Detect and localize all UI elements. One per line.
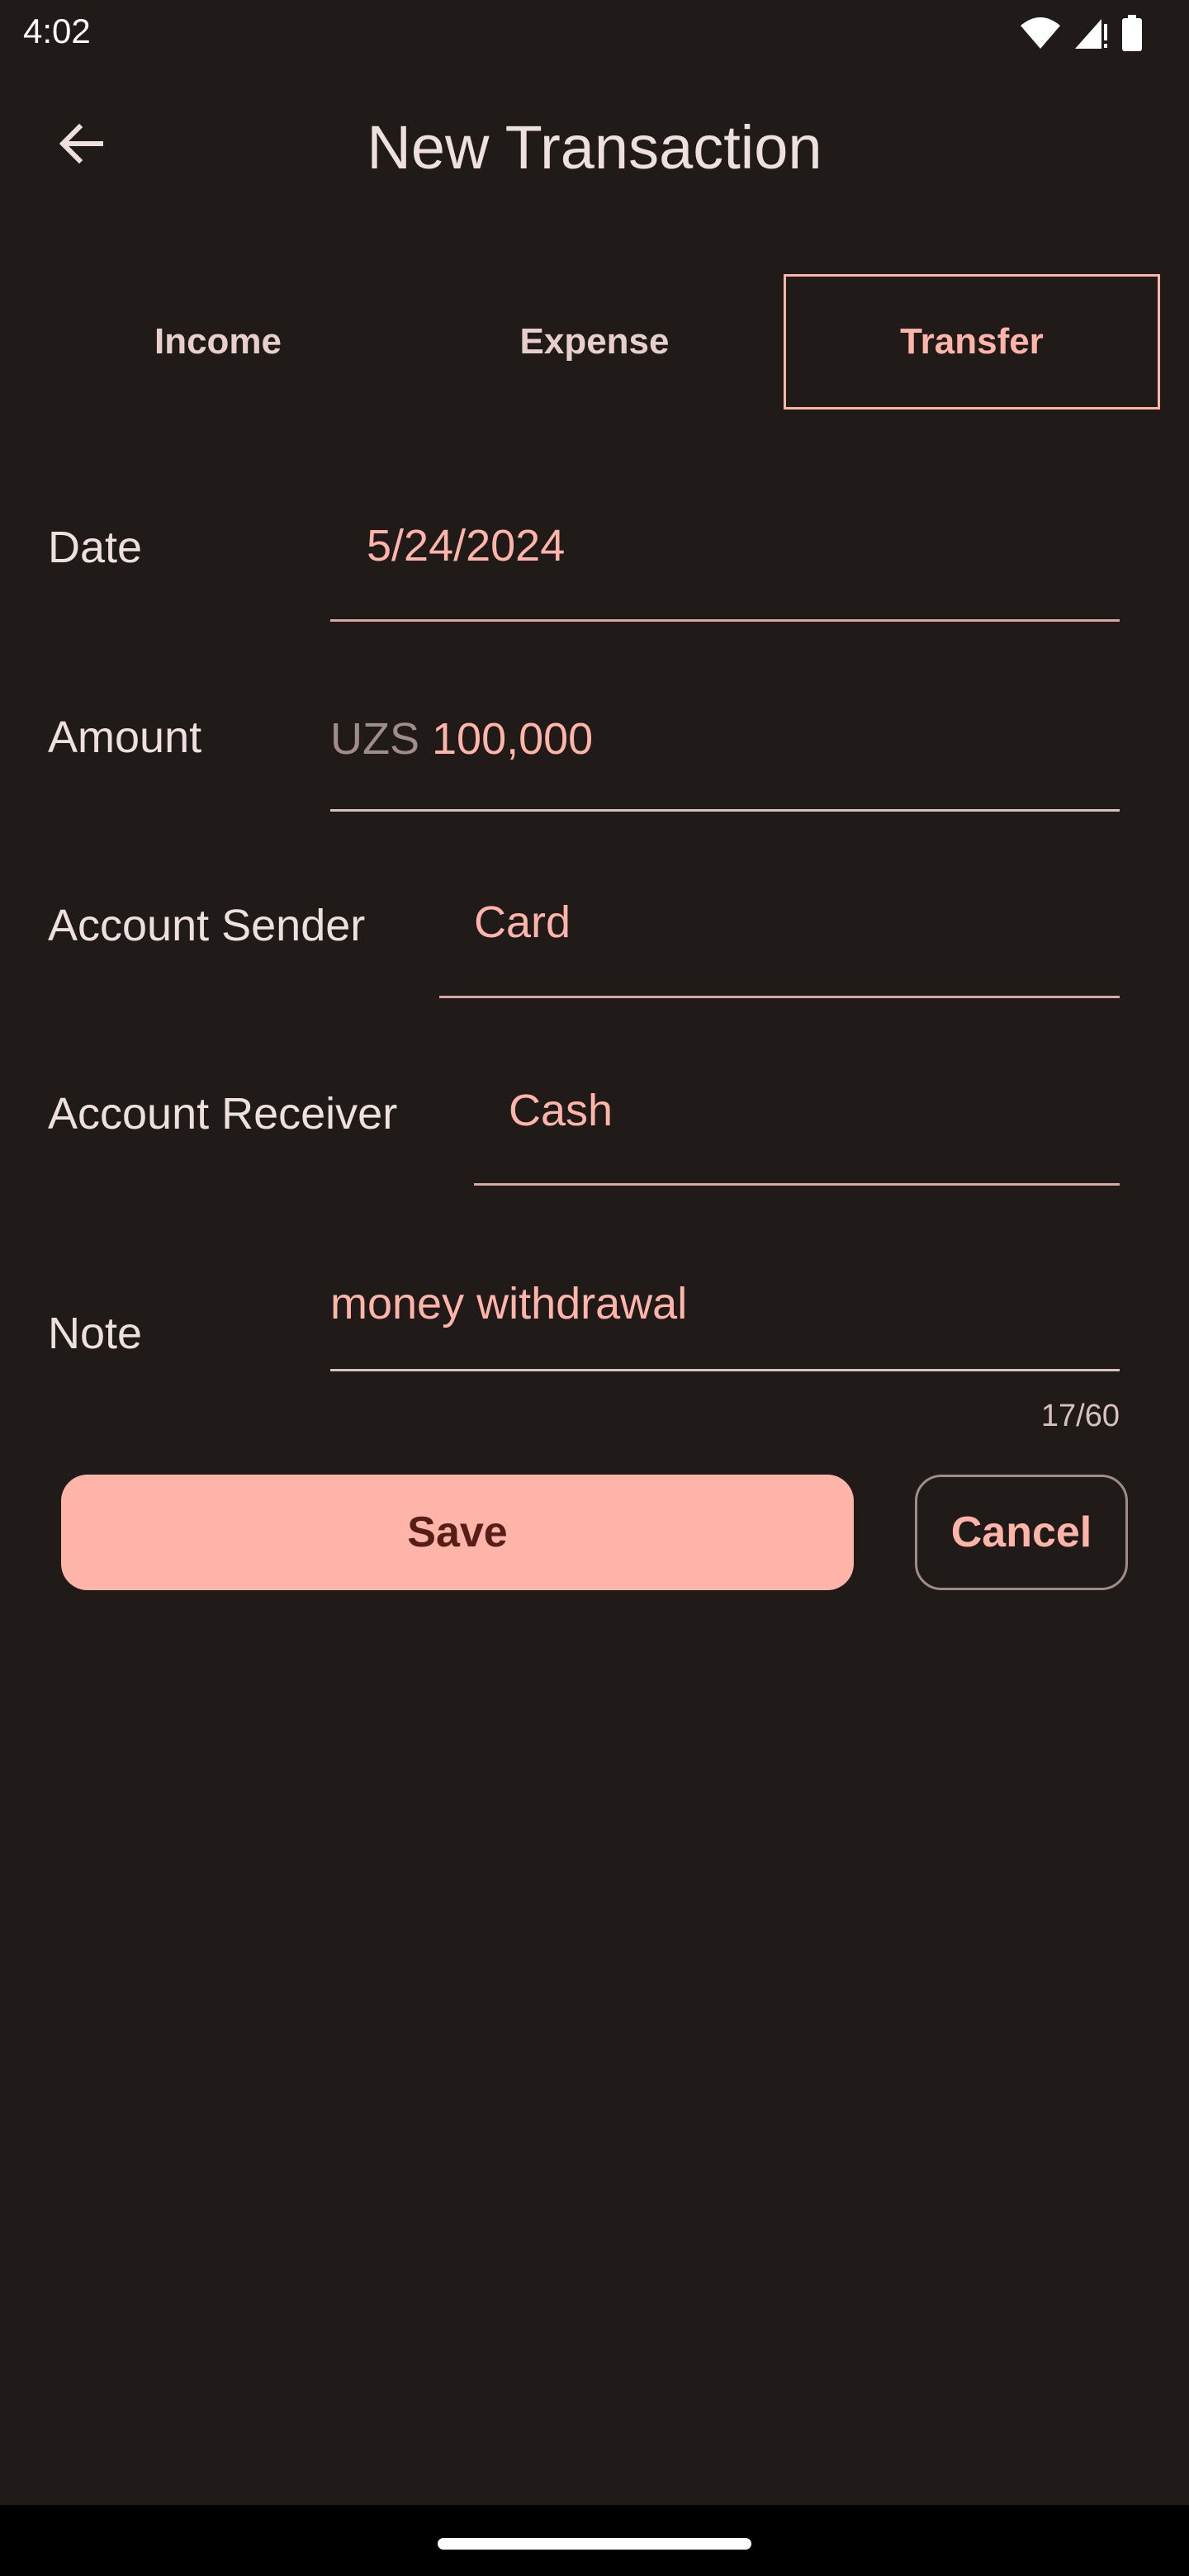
tab-income[interactable]: Income: [30, 274, 406, 410]
note-label: Note: [48, 1309, 143, 1358]
system-navigation-bar: [0, 2505, 1189, 2576]
amount-field[interactable]: UZS 100,000: [330, 687, 1120, 812]
signal-icon: [1073, 16, 1110, 54]
save-button[interactable]: Save: [61, 1475, 854, 1590]
account-receiver-underline: [474, 1183, 1120, 1186]
wifi-icon: [1019, 16, 1062, 54]
amount-value: 100,000: [432, 714, 594, 764]
date-field[interactable]: 5/24/2024: [330, 495, 1120, 622]
status-time: 4:02: [23, 12, 91, 50]
date-underline: [330, 619, 1120, 622]
date-label: Date: [48, 523, 143, 572]
currency-prefix: UZS: [330, 714, 419, 764]
account-sender-value: Card: [474, 897, 571, 947]
page-title: New Transaction: [367, 113, 822, 182]
transaction-type-selector: Income Expense Transfer: [30, 274, 1161, 413]
battery-icon: [1121, 14, 1143, 55]
tab-transfer[interactable]: Transfer: [784, 274, 1160, 410]
tab-label: Income: [154, 321, 282, 362]
note-value: money withdrawal: [330, 1279, 688, 1328]
account-sender-label: Account Sender: [48, 901, 366, 950]
date-value: 5/24/2024: [367, 521, 566, 571]
app-bar: New Transaction: [0, 69, 1189, 228]
cancel-button[interactable]: Cancel: [915, 1475, 1128, 1590]
note-character-counter: 17/60: [1040, 1399, 1120, 1433]
account-receiver-value: Cash: [509, 1086, 613, 1135]
account-receiver-label: Account Receiver: [48, 1089, 398, 1139]
amount-value-wrapper: UZS 100,000: [330, 713, 593, 765]
account-sender-field[interactable]: Card: [439, 875, 1120, 1001]
note-underline: [330, 1369, 1120, 1371]
note-field[interactable]: money withdrawal: [330, 1252, 1120, 1377]
tab-label: Expense: [519, 321, 670, 362]
amount-label: Amount: [48, 713, 202, 762]
account-receiver-field[interactable]: Cash: [474, 1063, 1120, 1189]
account-sender-underline: [439, 996, 1120, 998]
status-bar: 4:02: [0, 0, 1189, 69]
status-icons: [1019, 14, 1143, 55]
home-gesture-handle[interactable]: [438, 2538, 751, 2550]
tab-expense[interactable]: Expense: [406, 274, 783, 410]
amount-underline: [330, 809, 1120, 812]
tab-label: Transfer: [900, 321, 1044, 362]
